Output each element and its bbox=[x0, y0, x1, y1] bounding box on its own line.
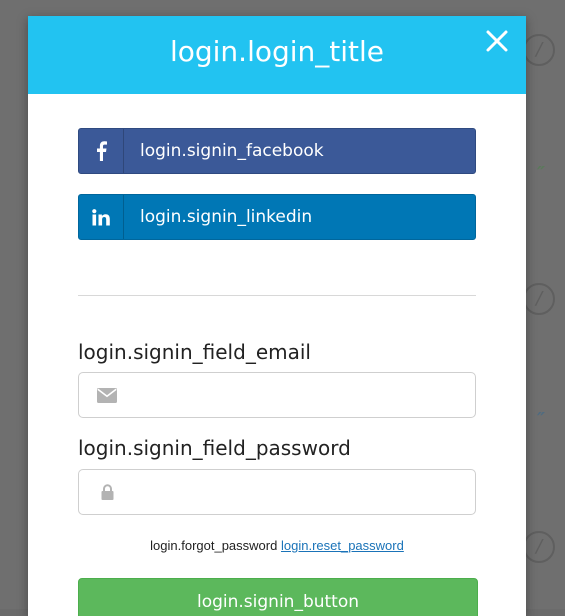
linkedin-icon bbox=[79, 195, 124, 239]
close-icon bbox=[486, 30, 508, 52]
facebook-signin-button[interactable]: login.signin_facebook bbox=[78, 128, 476, 174]
reset-password-link[interactable]: login.reset_password bbox=[281, 538, 404, 553]
envelope-icon bbox=[79, 387, 135, 403]
lock-icon bbox=[79, 484, 135, 500]
background-circle-icon: / bbox=[523, 283, 555, 315]
forgot-password-text: login.forgot_password bbox=[150, 538, 278, 553]
divider bbox=[78, 295, 476, 296]
linkedin-signin-button[interactable]: login.signin_linkedin bbox=[78, 194, 476, 240]
modal-header: login.login_title bbox=[28, 16, 526, 94]
email-input[interactable] bbox=[135, 374, 475, 416]
password-input[interactable] bbox=[135, 471, 475, 513]
background-circle-icon: / bbox=[523, 34, 555, 66]
background-quote-icon: ″ bbox=[536, 163, 546, 184]
signin-button[interactable]: login.signin_button bbox=[78, 578, 478, 616]
close-button[interactable] bbox=[484, 28, 510, 54]
background-quote-icon: ″ bbox=[536, 409, 546, 430]
modal-title: login.login_title bbox=[169, 35, 385, 68]
email-field-label: login.signin_field_email bbox=[78, 340, 311, 364]
forgot-password-row: login.forgot_password login.reset_passwo… bbox=[28, 538, 526, 553]
email-field[interactable] bbox=[78, 372, 476, 418]
facebook-icon bbox=[79, 129, 124, 173]
password-field-label: login.signin_field_password bbox=[78, 436, 351, 460]
login-modal: login.login_title login.signin_facebook … bbox=[28, 16, 526, 616]
facebook-signin-label: login.signin_facebook bbox=[140, 141, 324, 161]
linkedin-signin-label: login.signin_linkedin bbox=[140, 207, 313, 227]
background-circle-icon: / bbox=[523, 531, 555, 563]
password-field[interactable] bbox=[78, 469, 476, 515]
